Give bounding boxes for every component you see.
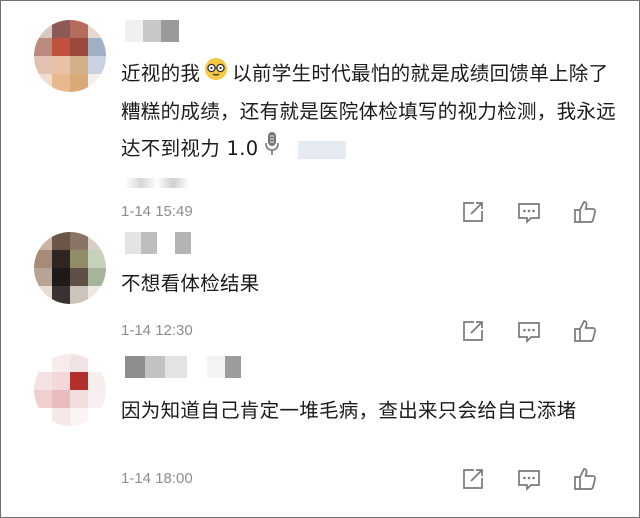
username-blurred[interactable] — [125, 232, 191, 254]
thumbs-up-icon[interactable] — [572, 199, 598, 225]
comment-actions — [460, 466, 598, 492]
comment-time: 1-14 12:30 — [121, 322, 193, 339]
comment-icon[interactable] — [516, 199, 542, 225]
share-icon[interactable] — [460, 318, 486, 344]
avatar[interactable] — [34, 20, 106, 92]
avatar[interactable] — [34, 354, 106, 426]
comment-actions — [460, 199, 598, 225]
thumbs-up-icon[interactable] — [572, 466, 598, 492]
share-icon[interactable] — [460, 199, 486, 225]
username-blurred[interactable] — [125, 20, 179, 42]
blurred-tag — [298, 140, 347, 159]
thumbs-up-icon[interactable] — [572, 318, 598, 344]
comment-content: 近视的我 以前学生时代最怕的就是成绩回馈单上除了糟糕的成绩，还有就是医院体检填写的… — [121, 55, 620, 169]
glasses-face-emoji — [204, 56, 228, 93]
microphone-icon — [264, 131, 280, 169]
comment-actions — [460, 318, 598, 344]
comment-content: 因为知道自己肯定一堆毛病，查出来只会给自己添堵 — [121, 399, 577, 422]
avatar[interactable] — [34, 232, 106, 304]
comment-icon[interactable] — [516, 466, 542, 492]
share-icon[interactable] — [460, 466, 486, 492]
comment-content: 不想看体检结果 — [121, 272, 260, 295]
comment-icon[interactable] — [516, 318, 542, 344]
blurred-fragment — [125, 178, 189, 188]
username-blurred[interactable] — [125, 356, 241, 378]
comment-time: 1-14 15:49 — [121, 203, 193, 220]
comment-time: 1-14 18:00 — [121, 470, 193, 487]
